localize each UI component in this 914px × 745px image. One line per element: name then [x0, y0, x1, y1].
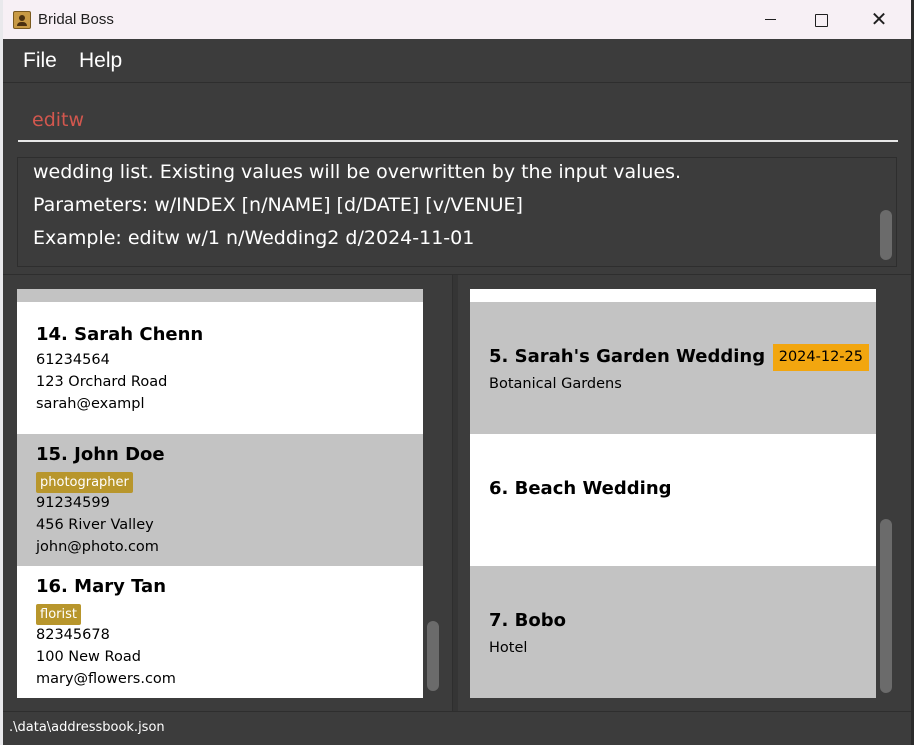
person-card-partial: [17, 289, 423, 302]
person-list-scrollbar[interactable]: [427, 621, 439, 691]
status-bar: .\data\addressbook.json: [3, 711, 911, 745]
person-email: john@photo.com: [36, 539, 159, 555]
person-email: sarah@exampl: [36, 396, 145, 412]
wedding-venue: Botanical Gardens: [489, 376, 622, 392]
result-line: Parameters: w/INDEX [n/NAME] [d/DATE] [v…: [33, 194, 523, 216]
wedding-name: 6. Beach Wedding: [489, 478, 672, 499]
person-name: 16. Mary Tan: [36, 576, 167, 597]
result-line: wedding list. Existing values will be ov…: [33, 161, 682, 183]
menu-bar: File Help: [3, 39, 911, 83]
wedding-venue: Hotel: [489, 640, 528, 656]
wedding-card[interactable]: 6. Beach Wedding: [470, 434, 876, 566]
app-window: Bridal Boss ✕ File Help wedding list. Ex…: [3, 0, 911, 745]
person-name: 15. John Doe: [36, 444, 165, 465]
person-list[interactable]: 14. Sarah Chenn 61234564 123 Orchard Roa…: [17, 289, 423, 698]
wedding-date-badge: 2024-12-25: [772, 344, 869, 371]
wedding-card-partial: [470, 289, 876, 302]
person-email: mary@flowers.com: [36, 671, 176, 687]
panel-divider[interactable]: [452, 275, 458, 711]
app-icon: [13, 11, 31, 29]
person-phone: 82345678: [36, 627, 110, 643]
result-text: wedding list. Existing values will be ov…: [33, 158, 873, 255]
person-card[interactable]: 15. John Doe photographer 91234599 456 R…: [17, 434, 423, 566]
minimize-button[interactable]: [743, 0, 799, 39]
close-button[interactable]: ✕: [851, 0, 907, 39]
wedding-card[interactable]: 7. Bobo Hotel: [470, 566, 876, 698]
person-address: 123 Orchard Road: [36, 374, 168, 390]
command-box-area: [3, 84, 911, 148]
status-file-path: .\data\addressbook.json: [9, 720, 165, 735]
person-name: 14. Sarah Chenn: [36, 324, 204, 345]
title-bar: Bridal Boss ✕: [3, 0, 911, 39]
menu-file[interactable]: File: [23, 49, 57, 73]
maximize-button[interactable]: [793, 0, 849, 39]
window-title: Bridal Boss: [38, 11, 114, 28]
wedding-name: 7. Bobo: [489, 610, 566, 631]
command-input[interactable]: [18, 100, 898, 142]
wedding-list[interactable]: 5. Sarah's Garden Wedding 2024-12-25 Bot…: [470, 289, 876, 698]
result-line: Example: editw w/1 n/Wedding2 d/2024-11-…: [33, 227, 475, 249]
wedding-card[interactable]: 5. Sarah's Garden Wedding 2024-12-25 Bot…: [470, 302, 876, 434]
result-scrollbar[interactable]: [880, 210, 892, 260]
list-panels: 14. Sarah Chenn 61234564 123 Orchard Roa…: [3, 274, 911, 711]
person-card[interactable]: 16. Mary Tan florist 82345678 100 New Ro…: [17, 566, 423, 698]
person-address: 100 New Road: [36, 649, 141, 665]
person-tag: florist: [36, 604, 81, 625]
result-display[interactable]: wedding list. Existing values will be ov…: [17, 157, 897, 267]
wedding-name: 5. Sarah's Garden Wedding: [489, 346, 766, 367]
close-icon: ✕: [870, 7, 888, 31]
person-address: 456 River Valley: [36, 517, 154, 533]
person-card[interactable]: 14. Sarah Chenn 61234564 123 Orchard Roa…: [17, 302, 423, 434]
person-phone: 91234599: [36, 495, 110, 511]
person-phone: 61234564: [36, 352, 110, 368]
menu-help[interactable]: Help: [79, 49, 122, 73]
person-tag: photographer: [36, 472, 133, 493]
wedding-list-scrollbar[interactable]: [880, 519, 892, 693]
